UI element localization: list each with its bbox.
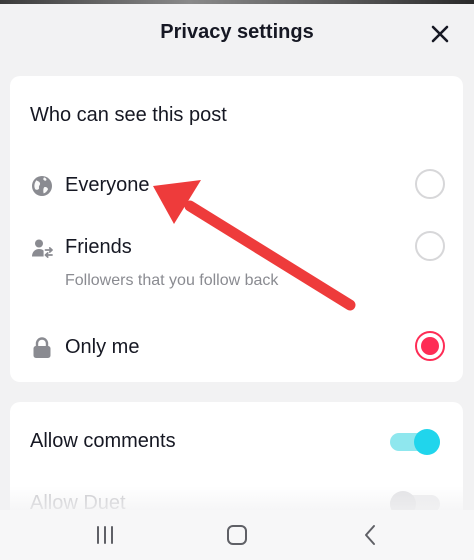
radio-friends[interactable] <box>415 231 445 261</box>
friends-icon <box>30 236 54 260</box>
home-button[interactable] <box>222 522 252 548</box>
header: Privacy settings <box>0 4 474 64</box>
allow-comments-label: Allow comments <box>30 430 176 452</box>
option-friends[interactable]: Friends Followers that you follow back <box>10 226 463 316</box>
lock-icon <box>30 336 54 360</box>
globe-icon <box>30 174 54 198</box>
recents-button[interactable] <box>90 522 120 548</box>
system-nav-bar <box>0 510 474 560</box>
recents-icon <box>97 526 113 544</box>
option-friends-label: Friends <box>65 236 132 258</box>
option-everyone-label: Everyone <box>65 174 150 196</box>
toggle-knob <box>414 429 440 455</box>
back-icon <box>365 525 375 545</box>
option-only-me-label: Only me <box>65 336 140 358</box>
close-icon <box>431 25 449 43</box>
allow-comments-row: Allow comments <box>10 420 463 464</box>
back-button[interactable] <box>356 522 386 548</box>
home-icon <box>227 525 247 545</box>
option-only-me[interactable]: Only me <box>10 326 463 370</box>
allow-comments-toggle[interactable] <box>390 429 440 455</box>
close-button[interactable] <box>428 22 452 46</box>
visibility-card: Who can see this post Everyone Friends F… <box>10 76 463 382</box>
radio-everyone[interactable] <box>415 169 445 199</box>
option-everyone[interactable]: Everyone <box>10 164 463 208</box>
radio-only-me[interactable] <box>415 331 445 361</box>
visibility-section-title: Who can see this post <box>30 104 227 126</box>
option-friends-sublabel: Followers that you follow back <box>65 272 279 289</box>
page-title: Privacy settings <box>160 21 314 43</box>
